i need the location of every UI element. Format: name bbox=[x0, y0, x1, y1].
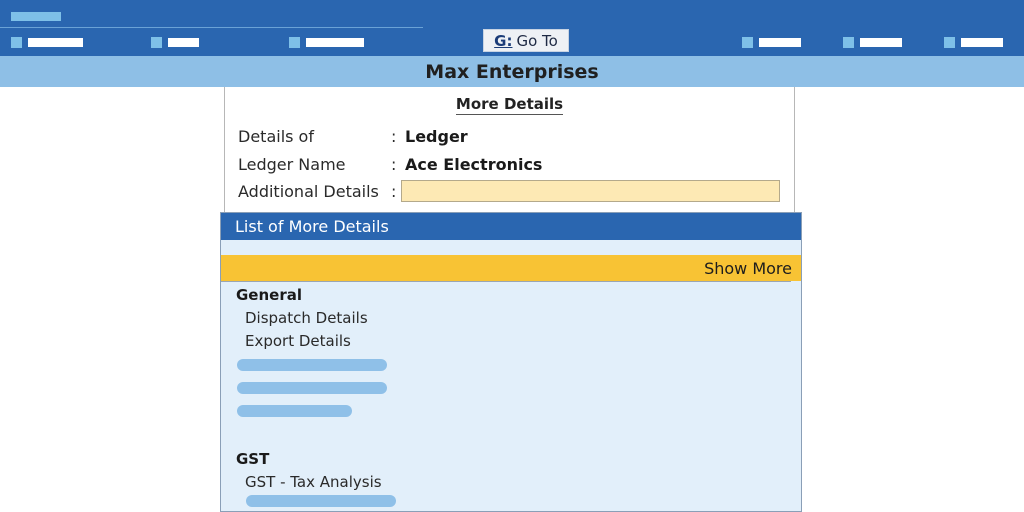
top-menu-bar: G: Go To bbox=[0, 0, 1024, 56]
list-item-placeholder[interactable] bbox=[237, 359, 387, 371]
menu-item-6[interactable] bbox=[944, 36, 1003, 48]
app-title-placeholder bbox=[11, 12, 61, 21]
colon: : bbox=[391, 181, 397, 201]
menu-item-3[interactable] bbox=[289, 36, 364, 48]
goto-button[interactable]: G: Go To bbox=[483, 29, 569, 52]
menu-item-label-placeholder bbox=[860, 37, 902, 47]
colon: : bbox=[391, 127, 397, 146]
list-item-gst-tax-analysis[interactable]: GST - Tax Analysis bbox=[245, 473, 382, 491]
company-name: Max Enterprises bbox=[425, 60, 599, 83]
goto-label: Go To bbox=[516, 31, 558, 50]
details-of-row: Details of : Ledger bbox=[238, 127, 468, 146]
panel-title-text: More Details bbox=[455, 95, 564, 115]
ledger-name-value: Ace Electronics bbox=[405, 155, 543, 174]
goto-shortcut-key: G: bbox=[494, 31, 513, 50]
ledger-name-row: Ledger Name : Ace Electronics bbox=[238, 155, 542, 174]
additional-details-input[interactable] bbox=[401, 180, 780, 202]
menu-item-label-placeholder bbox=[168, 37, 199, 47]
menu-item-icon bbox=[742, 36, 753, 48]
list-item-dispatch-details[interactable]: Dispatch Details bbox=[245, 309, 368, 327]
show-more-button[interactable]: Show More bbox=[221, 255, 801, 281]
menu-item-2[interactable] bbox=[151, 36, 199, 48]
list-item-placeholder[interactable] bbox=[237, 382, 387, 394]
additional-details-label: Additional Details bbox=[238, 181, 379, 201]
menu-item-icon bbox=[289, 36, 300, 48]
menu-item-label-placeholder bbox=[961, 37, 1003, 47]
list-item-placeholder[interactable] bbox=[246, 495, 396, 507]
menu-item-icon bbox=[151, 36, 162, 48]
title-divider bbox=[0, 27, 423, 28]
menu-item-label-placeholder bbox=[306, 37, 364, 47]
ledger-name-label: Ledger Name bbox=[238, 155, 346, 174]
more-details-list: List of More Details Show More General D… bbox=[220, 212, 802, 512]
menu-item-label-placeholder bbox=[759, 37, 801, 47]
menu-item-1[interactable] bbox=[11, 36, 83, 48]
panel-title: More Details bbox=[225, 95, 794, 115]
menu-item-icon bbox=[11, 36, 22, 48]
menu-item-icon bbox=[944, 36, 955, 48]
menu-item-icon bbox=[843, 36, 854, 48]
colon: : bbox=[391, 155, 397, 174]
list-item-export-details[interactable]: Export Details bbox=[245, 332, 351, 350]
menu-item-5[interactable] bbox=[843, 36, 902, 48]
list-item-placeholder[interactable] bbox=[237, 405, 352, 417]
details-of-value: Ledger bbox=[405, 127, 468, 146]
group-title-general: General bbox=[236, 286, 302, 304]
list-header: List of More Details bbox=[221, 213, 801, 240]
menu-item-label-placeholder bbox=[28, 37, 83, 47]
divider bbox=[221, 281, 791, 282]
additional-details-row: Additional Details : bbox=[238, 180, 780, 202]
company-header: Max Enterprises bbox=[0, 56, 1024, 87]
menu-item-4[interactable] bbox=[742, 36, 801, 48]
details-of-label: Details of bbox=[238, 127, 314, 146]
group-title-gst: GST bbox=[236, 450, 270, 468]
